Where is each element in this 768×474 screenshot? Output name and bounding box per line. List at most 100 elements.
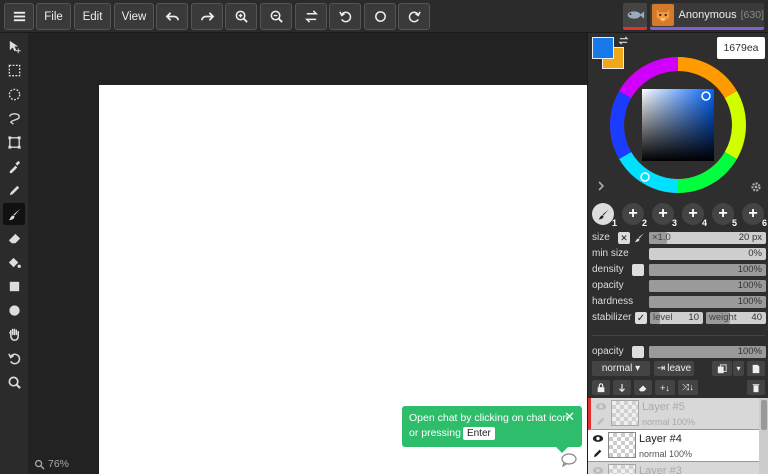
layers-scrollbar[interactable]	[759, 398, 768, 474]
copy-icon	[717, 363, 727, 373]
density-slider[interactable]: 100%	[649, 264, 766, 276]
opacity-row: opacity 100%	[592, 279, 767, 293]
clear-layer-button[interactable]	[634, 380, 652, 395]
view-menu-button[interactable]: View	[114, 3, 154, 30]
fill-tool[interactable]	[3, 251, 25, 273]
eye-icon[interactable]	[592, 434, 604, 443]
stabilizer-checkbox[interactable]: ✓	[635, 312, 647, 324]
eyedropper-tool[interactable]	[3, 155, 25, 177]
layer-item-5[interactable]: Layer #5 normal 100%	[588, 398, 768, 430]
dashed-circle-icon	[8, 88, 20, 100]
zoom-in-icon	[235, 10, 248, 23]
min-size-slider[interactable]: 0%	[649, 248, 766, 260]
zoom-tool[interactable]	[3, 371, 25, 393]
eraser-tool[interactable]	[3, 227, 25, 249]
zoom-in-button[interactable]	[225, 3, 257, 30]
rotate-left-button[interactable]	[329, 3, 361, 30]
rect-select-tool[interactable]	[3, 59, 25, 81]
ellipse-shape-tool[interactable]	[3, 299, 25, 321]
hardness-slider[interactable]: 100%	[649, 296, 766, 308]
clipping-mask-button[interactable]	[613, 380, 631, 395]
lasso-tool[interactable]	[3, 107, 25, 129]
opacity-label: opacity	[592, 280, 624, 291]
density-row: density 100%	[592, 263, 767, 277]
weight-value: 40	[751, 312, 762, 323]
layer-item-3[interactable]: Layer #3	[588, 462, 768, 474]
right-panel: 1679ea 1 +2 +3 +4 +5 +6 size ✕ ×1.0 20 px…	[587, 33, 768, 474]
color-wheel[interactable]	[608, 55, 748, 195]
stabilizer-level-slider[interactable]: level 10	[650, 312, 703, 324]
new-layer-button[interactable]	[747, 361, 765, 376]
merge-all-button[interactable]: ⤨↓	[678, 380, 698, 395]
brush-slot-4[interactable]: +4	[682, 203, 707, 228]
brush-slot-6[interactable]: +6	[742, 203, 767, 228]
eye-icon[interactable]	[595, 402, 607, 411]
move-arrow-icon	[9, 40, 21, 53]
lock-alpha-checkbox[interactable]	[632, 346, 644, 358]
brush-slot-1[interactable]: 1	[592, 203, 617, 228]
opacity-slider[interactable]: 100%	[649, 280, 766, 292]
redo-button[interactable]	[191, 3, 223, 30]
zoom-out-button[interactable]	[260, 3, 292, 30]
primary-color-swatch[interactable]	[592, 37, 614, 59]
dashed-rect-icon	[8, 64, 20, 76]
pressure-size-toggle[interactable]: ✕	[618, 232, 630, 244]
zoom-indicator[interactable]: 76%	[34, 458, 69, 470]
layer-mode: normal	[639, 449, 667, 459]
reset-rotation-button[interactable]	[364, 3, 396, 30]
layer-meta: normal 100%	[639, 449, 692, 459]
brush-tool[interactable]	[3, 203, 25, 225]
notifications-button[interactable]	[623, 3, 647, 30]
close-toast-button[interactable]: ✕	[564, 409, 575, 424]
size-slider[interactable]: ×1.0 20 px	[649, 232, 766, 244]
layer-options-dropdown[interactable]: ▾	[733, 361, 744, 376]
rotate-icon	[7, 352, 20, 364]
layer-opacity: 100%	[669, 449, 693, 459]
undo-button[interactable]	[156, 3, 188, 30]
lock-layer-button[interactable]	[592, 380, 610, 395]
leave-layer-button[interactable]: ⇥ leave	[654, 361, 694, 376]
brush-icon	[8, 208, 20, 220]
rectangle-shape-tool[interactable]	[3, 275, 25, 297]
rotate-view-tool[interactable]	[3, 347, 25, 369]
stabilizer-weight-slider[interactable]: weight 40	[706, 312, 766, 324]
slot-number: 6	[761, 218, 767, 228]
eye-icon[interactable]	[592, 466, 604, 474]
min-size-label: min size	[592, 248, 629, 259]
density-pressure-checkbox[interactable]	[632, 264, 644, 276]
rotate-cw-icon	[408, 11, 421, 23]
edit-menu-button[interactable]: Edit	[74, 3, 111, 30]
rotate-right-button[interactable]	[398, 3, 430, 30]
chat-bubble-icon[interactable]	[561, 453, 577, 467]
move-tool[interactable]	[3, 35, 25, 57]
chat-hint-toast: Open chat by clicking on chat icon or pr…	[402, 406, 582, 453]
pencil-tool[interactable]	[3, 179, 25, 201]
chevron-right-icon[interactable]	[596, 181, 606, 191]
user-account-button[interactable]: Anonymous [630]	[650, 3, 764, 30]
rotate-reset-icon	[374, 11, 386, 22]
layer-item-4[interactable]: Layer #4 normal 100%	[588, 430, 768, 462]
delete-layer-button[interactable]	[747, 380, 765, 395]
duplicate-layer-button[interactable]	[712, 361, 732, 376]
brush-slot-2[interactable]: +2	[622, 203, 647, 228]
username: Anonymous	[678, 9, 737, 21]
ellipse-select-tool[interactable]	[3, 83, 25, 105]
size-multiplier: ×1.0	[652, 232, 671, 243]
canvas-viewport[interactable]: 76% Open chat by clicking on chat icon o…	[28, 33, 587, 474]
hand-tool[interactable]	[3, 323, 25, 345]
merge-down-button[interactable]: +↓	[655, 380, 675, 395]
swap-colors-icon[interactable]	[618, 35, 629, 46]
file-menu-button[interactable]: File	[36, 3, 71, 30]
layer-opacity-slider[interactable]: 100%	[649, 346, 766, 358]
brush-slot-5[interactable]: +5	[712, 203, 737, 228]
size-value: 20 px	[738, 232, 762, 243]
blend-mode-select[interactable]: normal ▾	[592, 361, 650, 376]
brush-slot-3[interactable]: +3	[652, 203, 677, 228]
hamburger-menu-button[interactable]	[4, 3, 34, 30]
flip-view-button[interactable]	[295, 3, 327, 30]
scrollbar-thumb[interactable]	[761, 400, 767, 430]
brush-small-icon[interactable]	[634, 232, 645, 243]
transform-tool[interactable]	[3, 131, 25, 153]
chat-hint-line1: Open chat by clicking on chat icon	[409, 412, 569, 424]
gear-icon[interactable]	[750, 181, 762, 193]
